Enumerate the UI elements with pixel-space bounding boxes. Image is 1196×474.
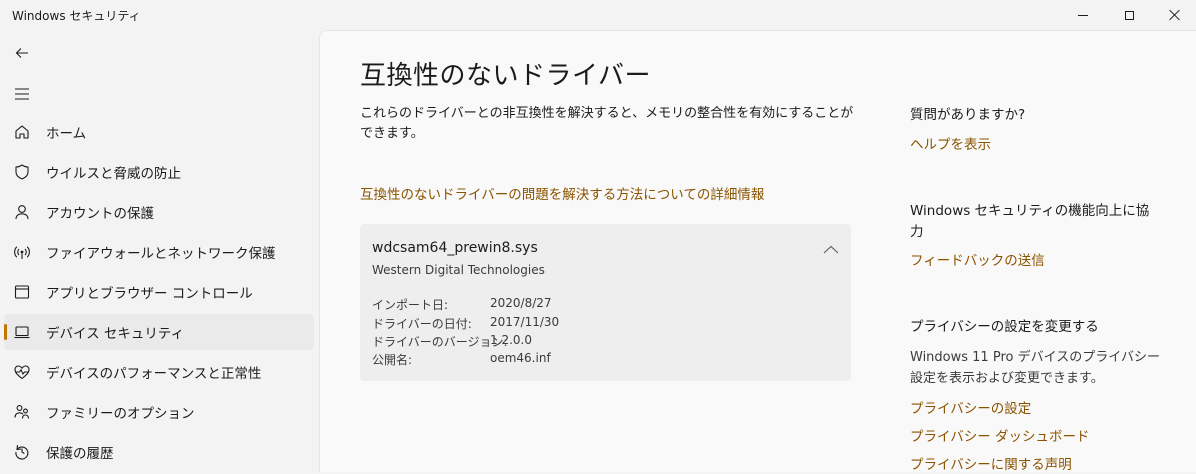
sidebar-item-firewall[interactable]: ファイアウォールとネットワーク保護 [4,234,314,270]
maximize-button[interactable] [1106,0,1152,30]
sidebar-item-home[interactable]: ホーム [4,114,314,150]
driver-card[interactable]: wdcsam64_prewin8.sys Western Digital Tec… [360,224,851,381]
driver-vendor: Western Digital Technologies [372,263,545,277]
sidebar-item-app-browser[interactable]: アプリとブラウザー コントロール [4,274,314,310]
page-title: 互換性のないドライバー [360,61,651,91]
sidebar-item-device-performance[interactable]: デバイスのパフォーマンスと正常性 [4,354,314,390]
sidebar-item-family[interactable]: ファミリーのオプション [4,394,314,430]
detail-value: 1.2.0.0 [490,333,532,347]
sidebar-item-label: デバイス セキュリティ [46,326,185,342]
sidebar-item-label: アカウントの保護 [46,206,154,222]
detail-value: oem46.inf [490,351,551,365]
sidebar-item-protection-history[interactable]: 保護の履歴 [4,434,314,470]
driver-name: wdcsam64_prewin8.sys [372,240,538,256]
sidebar-item-label: 保護の履歴 [46,446,114,462]
privacy-heading: プライバシーの設定を変更する [910,319,1099,335]
content-panel: 互換性のないドライバー これらのドライバーとの非互換性を解決すると、メモリの整合… [319,30,1196,473]
chevron-up-icon [823,245,839,254]
sidebar-item-virus-protection[interactable]: ウイルスと脅威の防止 [4,154,314,190]
feedback-link[interactable]: フィードバックの送信 [910,249,1045,269]
sidebar-item-label: ホーム [46,126,87,142]
privacy-description: Windows 11 Pro デバイスのプライバシー設定を表示および変更できます… [910,350,1160,386]
sidebar-item-account[interactable]: アカウントの保護 [4,194,314,230]
sidebar-item-label: アプリとブラウザー コントロール [46,286,253,302]
detail-label: インポート日: [372,298,449,312]
history-icon [12,442,32,462]
menu-button[interactable] [10,82,34,106]
back-arrow-icon [15,48,28,58]
detail-value: 2017/11/30 [490,315,560,329]
privacy-settings-link[interactable]: プライバシーの設定 [910,397,1031,417]
hamburger-icon [15,88,29,100]
back-button[interactable] [10,41,34,65]
maximize-icon [1124,10,1134,20]
browser-window-icon [12,282,32,302]
close-button[interactable] [1152,0,1196,30]
person-icon [12,202,32,222]
detail-label: ドライバーの日付: [372,317,472,331]
sidebar-item-label: ウイルスと脅威の防止 [46,166,181,182]
wireless-icon [12,242,32,262]
laptop-icon [12,322,32,342]
detail-value: 2020/8/27 [490,296,552,310]
collapse-button[interactable] [821,242,841,256]
learn-more-link[interactable]: 互換性のないドライバーの問題を解決する方法についての詳細情報 [360,183,764,203]
family-icon [12,402,32,422]
sidebar-nav: ホーム ウイルスと脅威の防止 アカウントの保護 ファイアウォールとネットワーク保… [4,114,314,474]
sidebar-item-label: デバイスのパフォーマンスと正常性 [46,366,262,382]
heart-pulse-icon [12,362,32,382]
minimize-button[interactable] [1060,0,1106,30]
close-icon [1169,9,1181,21]
question-heading: 質問がありますか? [910,107,1026,123]
title-bar: Windows セキュリティ [0,0,1196,30]
sidebar-item-label: ファイアウォールとネットワーク保護 [46,246,276,262]
sidebar-item-device-security[interactable]: デバイス セキュリティ [4,314,314,350]
improve-heading: Windows セキュリティの機能向上に協力 [910,203,1150,240]
minimize-icon [1078,14,1088,16]
privacy-statement-link[interactable]: プライバシーに関する声明 [910,453,1072,473]
privacy-dashboard-link[interactable]: プライバシー ダッシュボード [910,425,1090,445]
sidebar-item-label: ファミリーのオプション [46,406,195,422]
help-link[interactable]: ヘルプを表示 [910,133,991,153]
window-title: Windows セキュリティ [12,9,141,23]
shield-icon [12,162,32,182]
detail-label: 公開名: [372,353,413,367]
page-description: これらのドライバーとの非互換性を解決すると、メモリの整合性を有効にすることができ… [360,106,854,141]
home-icon [12,122,32,142]
detail-label: ドライバーのバージョン: [372,335,508,349]
